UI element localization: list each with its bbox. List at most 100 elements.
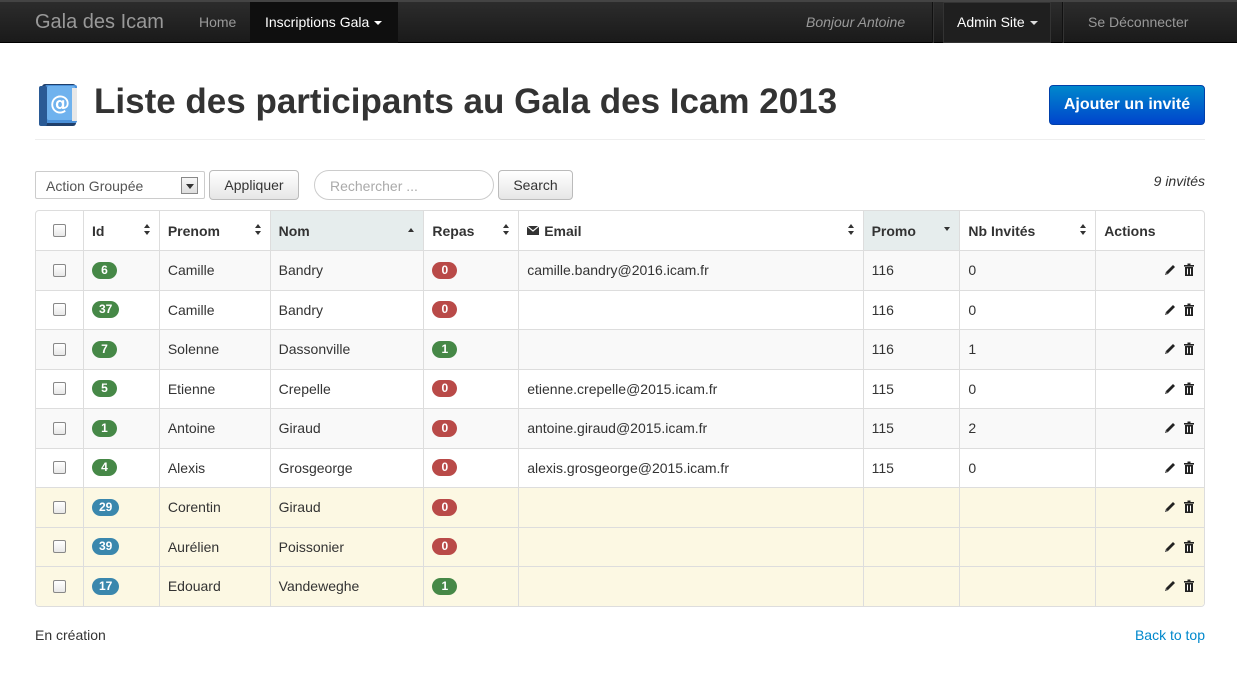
address-book-icon: @ [39, 84, 77, 126]
email-cell: camille.bandry@2016.icam.fr [518, 251, 862, 290]
pencil-icon[interactable] [1163, 263, 1177, 277]
trash-icon[interactable] [1182, 540, 1196, 554]
email-cell [518, 527, 862, 566]
trash-icon[interactable] [1182, 382, 1196, 396]
row-checkbox[interactable] [52, 263, 66, 277]
nav-admin-dropdown[interactable]: Admin Site [943, 2, 1051, 43]
add-guest-button[interactable]: Ajouter un invité [1049, 85, 1205, 125]
header-id[interactable]: Id [82, 211, 159, 250]
repas-badge: 0 [432, 301, 458, 319]
prenom-cell: Corentin [158, 488, 270, 527]
header-prenom[interactable]: Prenom [158, 211, 270, 250]
id-badge: 6 [91, 261, 117, 279]
row-checkbox[interactable] [52, 342, 66, 356]
prenom-cell: Aurélien [158, 527, 270, 566]
row-select-cell [36, 528, 83, 567]
table-row: 5 Etienne Crepelle 0 etienne.crepelle@2015.i… [36, 368, 1204, 409]
row-checkbox[interactable] [52, 303, 66, 317]
prenom-cell: Camille [158, 251, 270, 290]
prenom-cell: Camille [158, 290, 270, 329]
nom-cell: Crepelle [269, 369, 424, 408]
nom-cell: Giraud [269, 409, 424, 448]
pencil-icon[interactable] [1163, 500, 1177, 514]
pencil-icon[interactable] [1163, 342, 1177, 356]
repas-badge: 1 [432, 577, 458, 595]
pencil-icon[interactable] [1163, 421, 1177, 435]
pencil-icon[interactable] [1163, 461, 1177, 475]
id-cell: 1 [82, 409, 159, 448]
nb-invites-cell: 0 [959, 290, 1095, 329]
header-promo[interactable]: Promo [862, 211, 960, 250]
column-header-label: Nb Invités [968, 222, 1036, 239]
email-cell [518, 330, 862, 369]
email-cell: alexis.grosgeorge@2015.icam.fr [518, 448, 862, 487]
row-select-cell [36, 449, 83, 488]
pencil-icon[interactable] [1163, 579, 1177, 593]
row-select-cell [36, 370, 83, 409]
logout-link[interactable]: Se Déconnecter [1088, 14, 1188, 30]
repas-badge: 0 [432, 538, 458, 556]
repas-cell: 0 [423, 527, 518, 566]
pencil-icon[interactable] [1163, 540, 1177, 554]
repas-cell: 0 [423, 448, 518, 487]
brand-link[interactable]: Gala des Icam [35, 11, 164, 34]
id-badge: 39 [91, 538, 120, 556]
repas-cell: 0 [423, 488, 518, 527]
row-select-cell [36, 291, 83, 330]
sort-descending-icon [944, 224, 951, 236]
caret-down-icon [1029, 21, 1038, 26]
search-button[interactable]: Search [498, 170, 573, 200]
nom-cell: Giraud [269, 488, 424, 527]
header-repas[interactable]: Repas [423, 211, 518, 250]
pencil-icon[interactable] [1163, 382, 1177, 396]
header-email[interactable]: Email [518, 211, 862, 250]
sort-ascending-icon [408, 224, 415, 236]
row-checkbox[interactable] [52, 540, 66, 554]
dropdown-arrow-icon[interactable] [181, 177, 198, 194]
promo-cell: 115 [862, 369, 960, 408]
row-checkbox[interactable] [52, 500, 66, 514]
nav-inscriptions-dropdown[interactable]: Inscriptions Gala [250, 2, 398, 43]
promo-cell: 116 [862, 251, 960, 290]
trash-icon[interactable] [1182, 461, 1196, 475]
id-cell: 5 [82, 369, 159, 408]
sort-icon [847, 224, 855, 236]
nb-invites-cell [959, 488, 1095, 527]
email-cell [518, 567, 862, 606]
id-cell: 39 [82, 527, 159, 566]
column-header-label: Prenom [167, 222, 220, 239]
actions-cell [1095, 330, 1204, 369]
greeting-text: Bonjour Antoine [806, 14, 906, 30]
trash-icon[interactable] [1182, 342, 1196, 356]
search-input[interactable]: Rechercher ... [314, 170, 494, 200]
trash-icon[interactable] [1182, 579, 1196, 593]
actions-cell [1095, 409, 1204, 448]
nom-cell: Vandeweghe [269, 567, 424, 606]
header-nb-invites[interactable]: Nb Invités [959, 211, 1095, 250]
svg-text:@: @ [50, 91, 70, 115]
prenom-cell: Alexis [158, 448, 270, 487]
trash-icon[interactable] [1182, 263, 1196, 277]
back-to-top-link[interactable]: Back to top [1135, 627, 1205, 643]
row-checkbox[interactable] [52, 421, 66, 435]
trash-icon[interactable] [1182, 421, 1196, 435]
repas-badge: 0 [432, 459, 458, 477]
row-checkbox[interactable] [52, 579, 66, 593]
actions-cell [1095, 448, 1204, 487]
actions-cell [1095, 488, 1204, 527]
trash-icon[interactable] [1182, 500, 1196, 514]
bulk-action-select[interactable]: Action Groupée [35, 171, 205, 199]
nav-home[interactable]: Home [199, 14, 236, 30]
row-checkbox[interactable] [52, 382, 66, 396]
column-header-label: Nom [278, 222, 310, 239]
prenom-cell: Solenne [158, 330, 270, 369]
apply-button[interactable]: Appliquer [209, 170, 299, 200]
table-row: 17 Edouard Vandeweghe 1 [36, 566, 1204, 606]
nb-invites-cell [959, 527, 1095, 566]
header-nom[interactable]: Nom [269, 211, 424, 250]
promo-cell: 116 [862, 290, 960, 329]
trash-icon[interactable] [1182, 303, 1196, 317]
pencil-icon[interactable] [1163, 303, 1177, 317]
row-checkbox[interactable] [52, 461, 66, 475]
select-all-checkbox[interactable] [52, 224, 66, 237]
